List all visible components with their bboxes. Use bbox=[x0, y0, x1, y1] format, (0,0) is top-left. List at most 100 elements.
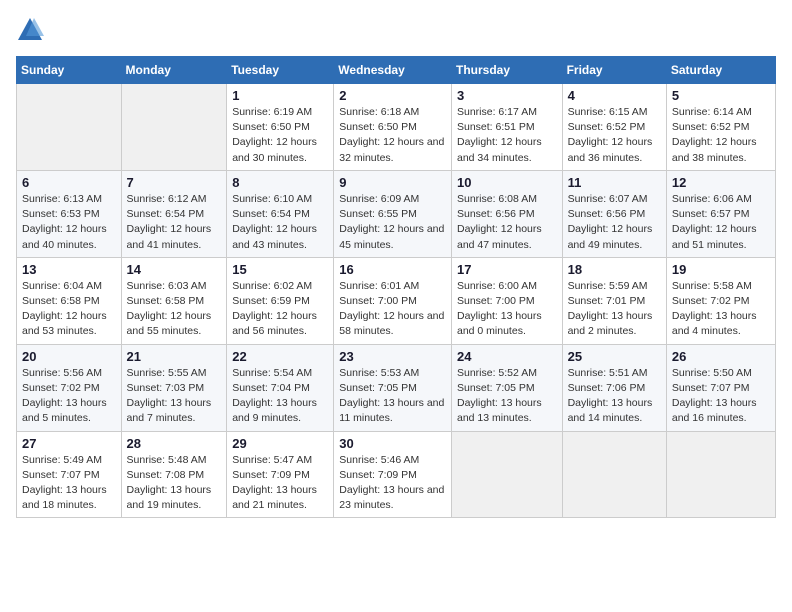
day-detail: Sunrise: 6:19 AM Sunset: 6:50 PM Dayligh… bbox=[232, 105, 328, 166]
day-detail: Sunrise: 5:51 AM Sunset: 7:06 PM Dayligh… bbox=[568, 366, 661, 427]
calendar-cell: 2 Sunrise: 6:18 AM Sunset: 6:50 PM Daylig… bbox=[334, 84, 452, 171]
day-detail: Sunrise: 5:50 AM Sunset: 7:07 PM Dayligh… bbox=[672, 366, 770, 427]
day-header-monday: Monday bbox=[121, 57, 227, 84]
day-number: 24 bbox=[457, 349, 557, 364]
day-number: 21 bbox=[127, 349, 222, 364]
day-number: 16 bbox=[339, 262, 446, 277]
calendar-cell: 3 Sunrise: 6:17 AM Sunset: 6:51 PM Daylig… bbox=[451, 84, 562, 171]
day-number: 23 bbox=[339, 349, 446, 364]
day-number: 29 bbox=[232, 436, 328, 451]
calendar-cell: 17 Sunrise: 6:00 AM Sunset: 7:00 PM Dayli… bbox=[451, 257, 562, 344]
day-number: 19 bbox=[672, 262, 770, 277]
week-row-2: 6Sunrise: 6:13 AM Sunset: 6:53 PM Daylig… bbox=[17, 170, 776, 257]
day-detail: Sunrise: 5:49 AM Sunset: 7:07 PM Dayligh… bbox=[22, 453, 116, 514]
day-detail: Sunrise: 6:03 AM Sunset: 6:58 PM Dayligh… bbox=[127, 279, 222, 340]
calendar-cell: 19 Sunrise: 5:58 AM Sunset: 7:02 PM Dayli… bbox=[666, 257, 775, 344]
day-header-sunday: Sunday bbox=[17, 57, 122, 84]
calendar-cell: 14 Sunrise: 6:03 AM Sunset: 6:58 PM Dayli… bbox=[121, 257, 227, 344]
calendar-cell: 29 Sunrise: 5:47 AM Sunset: 7:09 PM Dayli… bbox=[227, 431, 334, 518]
calendar-table: SundayMondayTuesdayWednesdayThursdayFrid… bbox=[16, 56, 776, 518]
day-header-friday: Friday bbox=[562, 57, 666, 84]
week-row-4: 20 Sunrise: 5:56 AM Sunset: 7:02 PM Dayli… bbox=[17, 344, 776, 431]
calendar-cell: 11Sunrise: 6:07 AM Sunset: 6:56 PM Dayli… bbox=[562, 170, 666, 257]
day-detail: Sunrise: 5:54 AM Sunset: 7:04 PM Dayligh… bbox=[232, 366, 328, 427]
calendar-cell: 21Sunrise: 5:55 AM Sunset: 7:03 PM Dayli… bbox=[121, 344, 227, 431]
day-number: 8 bbox=[232, 175, 328, 190]
week-row-1: 1 Sunrise: 6:19 AM Sunset: 6:50 PM Daylig… bbox=[17, 84, 776, 171]
day-detail: Sunrise: 5:58 AM Sunset: 7:02 PM Dayligh… bbox=[672, 279, 770, 340]
calendar-cell: 26 Sunrise: 5:50 AM Sunset: 7:07 PM Dayli… bbox=[666, 344, 775, 431]
calendar-cell: 1 Sunrise: 6:19 AM Sunset: 6:50 PM Daylig… bbox=[227, 84, 334, 171]
calendar-cell bbox=[17, 84, 122, 171]
day-header-tuesday: Tuesday bbox=[227, 57, 334, 84]
day-header-wednesday: Wednesday bbox=[334, 57, 452, 84]
calendar-cell: 16 Sunrise: 6:01 AM Sunset: 7:00 PM Dayli… bbox=[334, 257, 452, 344]
day-detail: Sunrise: 5:59 AM Sunset: 7:01 PM Dayligh… bbox=[568, 279, 661, 340]
calendar-cell bbox=[451, 431, 562, 518]
calendar-cell: 13 Sunrise: 6:04 AM Sunset: 6:58 PM Dayli… bbox=[17, 257, 122, 344]
day-number: 18 bbox=[568, 262, 661, 277]
calendar-cell: 23 Sunrise: 5:53 AM Sunset: 7:05 PM Dayli… bbox=[334, 344, 452, 431]
day-detail: Sunrise: 6:10 AM Sunset: 6:54 PM Dayligh… bbox=[232, 192, 328, 253]
day-detail: Sunrise: 6:17 AM Sunset: 6:51 PM Dayligh… bbox=[457, 105, 557, 166]
day-number: 12 bbox=[672, 175, 770, 190]
day-number: 2 bbox=[339, 88, 446, 103]
day-number: 15 bbox=[232, 262, 328, 277]
calendar-header-row: SundayMondayTuesdayWednesdayThursdayFrid… bbox=[17, 57, 776, 84]
calendar-cell: 4 Sunrise: 6:15 AM Sunset: 6:52 PM Daylig… bbox=[562, 84, 666, 171]
day-number: 14 bbox=[127, 262, 222, 277]
calendar-cell bbox=[121, 84, 227, 171]
day-number: 1 bbox=[232, 88, 328, 103]
page-header bbox=[16, 16, 776, 44]
day-detail: Sunrise: 6:02 AM Sunset: 6:59 PM Dayligh… bbox=[232, 279, 328, 340]
calendar-cell: 18 Sunrise: 5:59 AM Sunset: 7:01 PM Dayli… bbox=[562, 257, 666, 344]
day-detail: Sunrise: 5:48 AM Sunset: 7:08 PM Dayligh… bbox=[127, 453, 222, 514]
calendar-cell: 15 Sunrise: 6:02 AM Sunset: 6:59 PM Dayli… bbox=[227, 257, 334, 344]
day-header-thursday: Thursday bbox=[451, 57, 562, 84]
day-header-saturday: Saturday bbox=[666, 57, 775, 84]
day-detail: Sunrise: 6:06 AM Sunset: 6:57 PM Dayligh… bbox=[672, 192, 770, 253]
day-number: 10 bbox=[457, 175, 557, 190]
day-number: 4 bbox=[568, 88, 661, 103]
day-detail: Sunrise: 5:56 AM Sunset: 7:02 PM Dayligh… bbox=[22, 366, 116, 427]
day-number: 30 bbox=[339, 436, 446, 451]
calendar-cell: 6Sunrise: 6:13 AM Sunset: 6:53 PM Daylig… bbox=[17, 170, 122, 257]
day-detail: Sunrise: 6:09 AM Sunset: 6:55 PM Dayligh… bbox=[339, 192, 446, 253]
calendar-cell: 9 Sunrise: 6:09 AM Sunset: 6:55 PM Daylig… bbox=[334, 170, 452, 257]
week-row-3: 13 Sunrise: 6:04 AM Sunset: 6:58 PM Dayli… bbox=[17, 257, 776, 344]
day-number: 27 bbox=[22, 436, 116, 451]
day-number: 3 bbox=[457, 88, 557, 103]
logo-icon bbox=[16, 16, 44, 44]
day-detail: Sunrise: 6:00 AM Sunset: 7:00 PM Dayligh… bbox=[457, 279, 557, 340]
calendar-cell: 8 Sunrise: 6:10 AM Sunset: 6:54 PM Daylig… bbox=[227, 170, 334, 257]
day-number: 11 bbox=[568, 175, 661, 190]
day-number: 7 bbox=[127, 175, 222, 190]
day-detail: Sunrise: 6:18 AM Sunset: 6:50 PM Dayligh… bbox=[339, 105, 446, 166]
calendar-cell: 20 Sunrise: 5:56 AM Sunset: 7:02 PM Dayli… bbox=[17, 344, 122, 431]
logo bbox=[16, 16, 48, 44]
calendar-cell bbox=[562, 431, 666, 518]
calendar-cell: 24 Sunrise: 5:52 AM Sunset: 7:05 PM Dayli… bbox=[451, 344, 562, 431]
day-number: 26 bbox=[672, 349, 770, 364]
day-number: 22 bbox=[232, 349, 328, 364]
calendar-cell: 10 Sunrise: 6:08 AM Sunset: 6:56 PM Dayli… bbox=[451, 170, 562, 257]
day-detail: Sunrise: 6:14 AM Sunset: 6:52 PM Dayligh… bbox=[672, 105, 770, 166]
day-detail: Sunrise: 5:47 AM Sunset: 7:09 PM Dayligh… bbox=[232, 453, 328, 514]
day-number: 20 bbox=[22, 349, 116, 364]
day-detail: Sunrise: 6:08 AM Sunset: 6:56 PM Dayligh… bbox=[457, 192, 557, 253]
day-detail: Sunrise: 5:53 AM Sunset: 7:05 PM Dayligh… bbox=[339, 366, 446, 427]
calendar-cell: 22 Sunrise: 5:54 AM Sunset: 7:04 PM Dayli… bbox=[227, 344, 334, 431]
day-number: 28 bbox=[127, 436, 222, 451]
day-number: 17 bbox=[457, 262, 557, 277]
day-detail: Sunrise: 6:01 AM Sunset: 7:00 PM Dayligh… bbox=[339, 279, 446, 340]
calendar-cell: 30Sunrise: 5:46 AM Sunset: 7:09 PM Dayli… bbox=[334, 431, 452, 518]
calendar-cell: 25Sunrise: 5:51 AM Sunset: 7:06 PM Dayli… bbox=[562, 344, 666, 431]
day-detail: Sunrise: 5:52 AM Sunset: 7:05 PM Dayligh… bbox=[457, 366, 557, 427]
day-number: 9 bbox=[339, 175, 446, 190]
calendar-cell: 28 Sunrise: 5:48 AM Sunset: 7:08 PM Dayli… bbox=[121, 431, 227, 518]
day-number: 6 bbox=[22, 175, 116, 190]
day-detail: Sunrise: 6:15 AM Sunset: 6:52 PM Dayligh… bbox=[568, 105, 661, 166]
calendar-cell: 27 Sunrise: 5:49 AM Sunset: 7:07 PM Dayli… bbox=[17, 431, 122, 518]
day-number: 13 bbox=[22, 262, 116, 277]
day-detail: Sunrise: 6:04 AM Sunset: 6:58 PM Dayligh… bbox=[22, 279, 116, 340]
